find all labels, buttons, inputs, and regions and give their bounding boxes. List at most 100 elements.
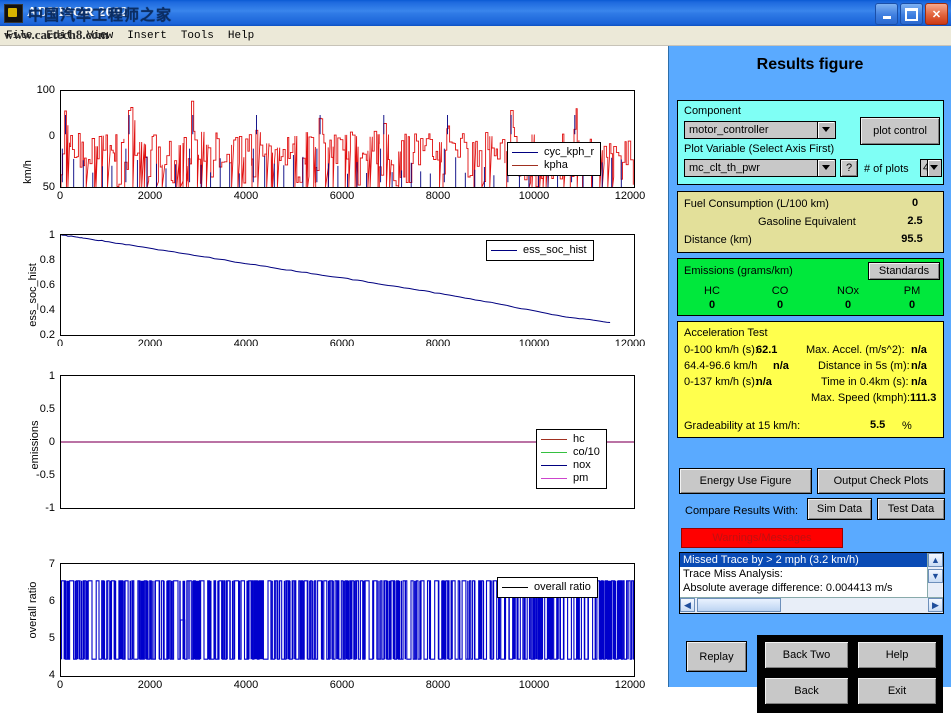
chart-ratio-ytick-7: 7 — [48, 558, 55, 570]
close-button[interactable]: ✕ — [925, 3, 948, 25]
distance-5s-label: Distance in 5s (m): — [818, 360, 910, 372]
menu-file[interactable]: File — [6, 30, 32, 42]
horizontal-scrollbar[interactable]: ◀ ▶ — [680, 597, 943, 613]
chart-soc-ytick-1: 1 — [48, 229, 55, 241]
chart-emissions-ytick-1: 1 — [48, 370, 55, 382]
menu-help[interactable]: Help — [228, 30, 254, 42]
legend-label-cyc-kph-r: cyc_kph_r — [544, 146, 595, 158]
menu-view[interactable]: View — [87, 30, 113, 42]
chart-overall-ratio: overall ratio 7 6 5 4 overall ratio 0 20… — [0, 511, 668, 691]
results-panel: Results figure Component motor_controlle… — [668, 46, 951, 713]
legend-row: kpha — [512, 159, 594, 172]
menu-insert[interactable]: Insert — [127, 30, 167, 42]
legend-row: nox — [541, 459, 600, 472]
gradeability-value: 5.5 — [870, 419, 886, 431]
sim-data-button[interactable]: Sim Data — [807, 498, 872, 520]
warnings-listbox[interactable]: Missed Trace by > 2 mph (3.2 km/h) Trace… — [679, 552, 944, 614]
plot-control-button[interactable]: plot control — [860, 117, 940, 145]
vertical-scrollbar[interactable]: ▲ ▼ — [927, 553, 943, 599]
window-title: ADVISOR 2002 — [27, 5, 128, 20]
warnings-messages-button[interactable]: Warnings/Messages — [681, 528, 843, 548]
distance-value: 95.5 — [901, 233, 923, 245]
menu-edit[interactable]: Edit — [46, 30, 72, 42]
window-titlebar: ADVISOR 2002 ✕ — [0, 0, 951, 26]
navigation-button-group: Back Two Help Back Exit — [757, 635, 943, 713]
emissions-col-pm: PM — [903, 285, 921, 297]
chart-ratio-xtick-6000: 6000 — [329, 679, 355, 691]
list-item[interactable]: Trace Miss Analysis: — [680, 567, 931, 581]
menu-tools[interactable]: Tools — [181, 30, 214, 42]
chart-ratio-xtick-2000: 2000 — [137, 679, 163, 691]
num-plots-label: # of plots — [864, 163, 909, 175]
accel-0-137-label: 0-137 km/h (s): — [684, 376, 758, 388]
plot-variable-help-button[interactable]: ? — [840, 159, 858, 177]
chart-speed-ytick-0: 0 — [48, 130, 55, 142]
exit-button[interactable]: Exit — [857, 677, 937, 705]
maximize-button[interactable] — [900, 3, 923, 25]
minimize-button[interactable] — [875, 3, 898, 25]
chart-soc-ytick-08: 0.8 — [39, 254, 55, 266]
emissions-value-hc: 0 — [708, 299, 716, 311]
scroll-down-icon[interactable]: ▼ — [928, 569, 943, 583]
window-controls: ✕ — [875, 3, 948, 25]
scroll-right-icon[interactable]: ▶ — [928, 598, 943, 612]
chart-soc-ytick-06: 0.6 — [39, 279, 55, 291]
energy-use-figure-button[interactable]: Energy Use Figure — [679, 468, 812, 494]
emissions-col-co: CO — [771, 285, 789, 297]
chart-soc-legend: ess_soc_hist — [486, 240, 594, 261]
emissions-col-hc: HC — [704, 285, 720, 297]
legend-row: cyc_kph_r — [512, 146, 594, 159]
distance-5s-value: n/a — [911, 360, 927, 372]
warnings-messages-label: Warnings/Messages — [712, 532, 812, 544]
legend-label-hc: hc — [573, 433, 585, 445]
back-button[interactable]: Back — [764, 677, 849, 705]
chart-emissions-legend: hc co/10 nox pm — [536, 429, 607, 489]
chevron-down-icon[interactable] — [927, 159, 940, 177]
legend-label-pm: pm — [573, 472, 589, 484]
list-item[interactable]: Absolute average difference: 0.004413 m/… — [680, 581, 931, 595]
chart-soc-ytick-04: 0.4 — [39, 304, 55, 316]
num-plots-select[interactable]: 4 — [920, 159, 942, 177]
emissions-value-pm: 0 — [908, 299, 916, 311]
chevron-down-icon[interactable] — [817, 121, 834, 139]
back-two-button[interactable]: Back Two — [764, 641, 849, 669]
standards-button[interactable]: Standards — [868, 262, 940, 280]
replay-button[interactable]: Replay — [686, 641, 747, 672]
output-check-plots-button[interactable]: Output Check Plots — [817, 468, 945, 494]
scroll-left-icon[interactable]: ◀ — [680, 598, 695, 612]
chart-emissions-ytick-neg05: -0.5 — [36, 469, 55, 481]
plot-area: km/h 0 50 100 cyc_kph_r kpha 0 2000 4000… — [0, 46, 668, 691]
list-item[interactable]: Missed Trace by > 2 mph (3.2 km/h) — [680, 553, 931, 567]
scroll-up-icon[interactable]: ▲ — [928, 553, 943, 567]
chart-soc: ess_soc_hist 1 0.8 0.6 0.4 0.2 ess_soc_h… — [0, 201, 668, 361]
time-04km-label: Time in 0.4km (s): — [821, 376, 909, 388]
scroll-thumb[interactable] — [697, 598, 781, 612]
gradeability-unit: % — [902, 420, 912, 432]
app-icon — [4, 3, 23, 23]
legend-swatch-ess-soc-hist — [491, 250, 517, 251]
test-data-button[interactable]: Test Data — [877, 498, 945, 520]
chevron-down-icon[interactable] — [817, 159, 834, 177]
chart-ratio-xtick-10000: 10000 — [518, 679, 550, 691]
chart-ratio-xtick-0: 0 — [56, 679, 64, 691]
component-select[interactable]: motor_controller — [684, 121, 836, 139]
chart-overall-ratio-ylabel: overall ratio — [27, 581, 39, 639]
emissions-title: Emissions (grams/km) — [684, 265, 793, 277]
maximize-icon — [905, 7, 918, 21]
chart-emissions-ytick-0: 0 — [48, 436, 55, 448]
help-button[interactable]: Help — [857, 641, 937, 669]
legend-row: overall ratio — [502, 581, 591, 594]
legend-swatch-cyc-kph-r — [512, 152, 538, 153]
legend-row: hc — [541, 433, 600, 446]
chart-emissions: emissions 1 0.5 0 -0.5 -1 hc co/10 nox p… — [0, 346, 668, 523]
plot-variable-select-value: mc_clt_th_pwr — [689, 162, 760, 174]
chart-ratio-ytick-5: 5 — [48, 632, 55, 644]
component-box: Component motor_controller plot control … — [677, 100, 944, 185]
legend-label-kpha: kpha — [544, 159, 568, 171]
max-accel-value: n/a — [911, 344, 927, 356]
legend-swatch-co10 — [541, 452, 567, 453]
accel-64-96-label: 64.4-96.6 km/h — [684, 360, 758, 372]
legend-swatch-hc — [541, 439, 567, 440]
emissions-value-nox: 0 — [844, 299, 852, 311]
plot-variable-select[interactable]: mc_clt_th_pwr — [684, 159, 836, 177]
